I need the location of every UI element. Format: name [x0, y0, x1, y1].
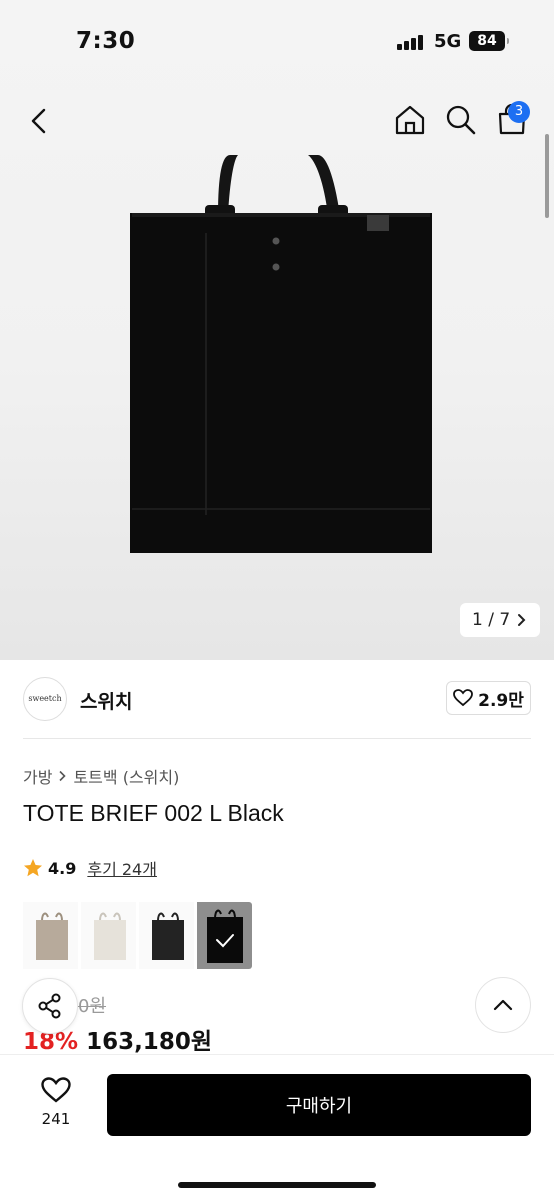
battery-icon: 84: [469, 31, 509, 51]
search-button[interactable]: [443, 102, 479, 138]
share-button[interactable]: [22, 978, 78, 1034]
rating-score: 4.9: [48, 858, 77, 878]
swatch-black-selected[interactable]: [197, 902, 252, 969]
swatch-ivory[interactable]: [81, 902, 136, 969]
color-swatches: [23, 902, 252, 969]
brand-like-count: 2.9만: [478, 690, 524, 711]
breadcrumb: 가방 토트백 (스위치): [23, 764, 179, 788]
scroll-top-button[interactable]: [475, 977, 531, 1033]
breadcrumb-category[interactable]: 가방: [23, 764, 52, 788]
swatch-thumb: [151, 912, 184, 960]
review-count-link[interactable]: 후기 24개: [87, 856, 157, 880]
buy-button[interactable]: 구매하기: [107, 1074, 531, 1136]
scrollbar[interactable]: [545, 134, 549, 218]
brand-like-button[interactable]: 2.9만: [446, 681, 531, 715]
chevron-right-icon: [518, 614, 526, 626]
product-gallery[interactable]: 7:30 5G 84 3 1 / 7: [0, 0, 554, 660]
home-indicator[interactable]: [178, 1182, 376, 1188]
original-price: 0원: [78, 996, 107, 1017]
heart-icon: [453, 689, 474, 707]
product-rating[interactable]: 4.9 후기 24개: [23, 856, 157, 880]
breadcrumb-subcategory[interactable]: 토트백 (스위치): [73, 764, 179, 788]
cart-count-badge: 3: [508, 101, 530, 123]
star-icon: [24, 859, 42, 877]
signal-icon: [397, 34, 423, 50]
home-icon: [395, 105, 425, 135]
chevron-right-icon: [59, 770, 67, 782]
wishlist-button[interactable]: 241: [24, 1077, 88, 1137]
bottom-bar: 241 구매하기: [0, 1054, 554, 1200]
final-price: 163,180원: [86, 1029, 212, 1055]
pager-label: 1 / 7: [472, 610, 511, 630]
brand-row[interactable]: sweetch 스위치 2.9만: [0, 660, 554, 738]
divider: [23, 738, 531, 739]
swatch-thumb: [35, 912, 68, 960]
brand-name[interactable]: 스위치: [80, 687, 132, 714]
gallery-pager[interactable]: 1 / 7: [460, 603, 541, 637]
search-icon: [446, 105, 476, 135]
product-image[interactable]: [130, 155, 435, 555]
heart-icon: [41, 1077, 71, 1103]
network-type: 5G: [434, 31, 462, 52]
share-icon: [38, 993, 61, 1019]
brand-logo[interactable]: sweetch: [23, 677, 67, 721]
status-bar: 7:30 5G 84: [0, 0, 554, 80]
back-arrow-icon: [31, 108, 46, 134]
swatch-charcoal[interactable]: [139, 902, 194, 969]
status-time: 7:30: [76, 28, 136, 54]
product-title: TOTE BRIEF 002 L Black: [23, 800, 284, 826]
home-button[interactable]: [392, 102, 428, 138]
swatch-thumb: [206, 909, 243, 963]
wish-count: 241: [41, 1110, 71, 1128]
swatch-beige[interactable]: [23, 902, 78, 969]
back-button[interactable]: [22, 103, 58, 139]
chevron-up-icon: [493, 999, 513, 1011]
swatch-thumb: [93, 912, 126, 960]
